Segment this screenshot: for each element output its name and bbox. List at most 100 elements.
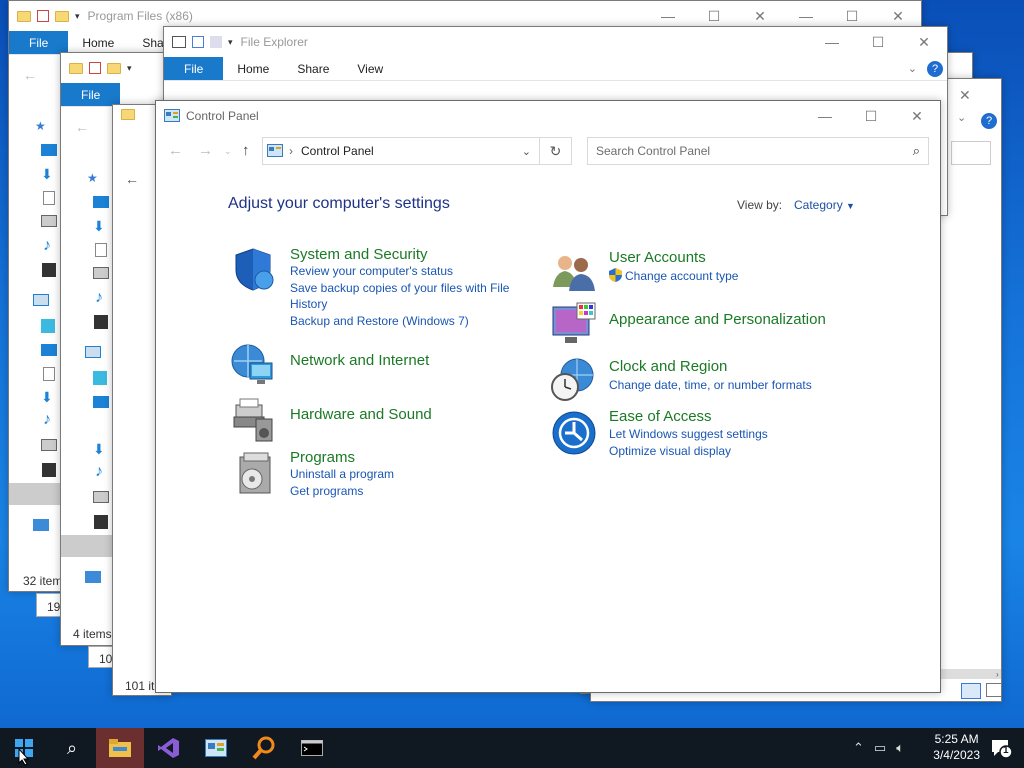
forward-arrow-icon[interactable]: → [198, 142, 213, 159]
music-icon[interactable]: ♪ [95, 289, 103, 307]
network-status-icon[interactable]: ▭ [874, 740, 886, 756]
pictures-icon[interactable] [41, 439, 57, 451]
appearance-personalization-link[interactable]: Appearance and Personalization [609, 311, 826, 328]
pictures-icon[interactable] [93, 491, 109, 503]
taskbar-visual-studio[interactable] [144, 728, 192, 768]
file-history-link-cont[interactable]: History [290, 296, 509, 313]
tab-view[interactable]: View [343, 57, 397, 80]
desktop-icon[interactable] [41, 144, 57, 156]
desktop-icon[interactable] [41, 344, 57, 356]
3d-objects-icon[interactable] [41, 319, 55, 333]
user-accounts-link[interactable]: User Accounts [609, 249, 738, 266]
taskbar-file-explorer[interactable] [96, 728, 144, 768]
refresh-button[interactable]: ↻ [540, 137, 572, 165]
downloads-icon[interactable]: ⬇ [41, 166, 53, 183]
downloads-icon[interactable]: ⬇ [93, 441, 105, 458]
network-icon[interactable] [85, 571, 101, 583]
uninstall-program-link[interactable]: Uninstall a program [290, 466, 394, 483]
quick-access-icon[interactable]: ★ [35, 119, 46, 133]
appearance-personalization-icon[interactable] [551, 301, 597, 347]
clock-region-icon[interactable] [549, 357, 595, 403]
help-icon[interactable]: ? [927, 61, 943, 77]
tab-file[interactable]: File [164, 57, 224, 80]
file-history-link[interactable]: Save backup copies of your files with Fi… [290, 280, 509, 297]
search-box[interactable] [951, 141, 991, 165]
music-icon[interactable]: ♪ [95, 463, 103, 481]
action-center-button[interactable]: 1 [990, 737, 1013, 759]
3d-objects-icon[interactable] [93, 371, 107, 385]
clock-region-link[interactable]: Clock and Region [609, 358, 812, 375]
close-button[interactable]: ✕ [959, 87, 971, 104]
user-accounts-icon[interactable] [551, 249, 597, 295]
back-arrow-icon[interactable]: ← [75, 119, 89, 135]
videos-icon[interactable] [94, 315, 108, 329]
network-internet-icon[interactable] [230, 341, 276, 387]
downloads-icon[interactable]: ⬇ [93, 218, 105, 235]
taskbar-magnifier[interactable] [240, 728, 288, 768]
close-button[interactable]: ✕ [894, 101, 940, 131]
tab-file[interactable]: File [9, 31, 69, 54]
documents-icon[interactable] [43, 191, 55, 205]
quick-access-icon[interactable]: ★ [87, 171, 98, 185]
recent-locations-icon[interactable]: ⌄ [224, 146, 232, 157]
videos-icon[interactable] [94, 515, 108, 529]
programs-icon[interactable] [232, 451, 278, 497]
address-dropdown-icon[interactable]: ⌄ [522, 145, 531, 158]
network-icon[interactable] [33, 519, 49, 531]
get-programs-link[interactable]: Get programs [290, 483, 394, 500]
programs-link[interactable]: Programs [290, 449, 394, 466]
close-button[interactable]: ✕ [901, 27, 947, 57]
search-icon[interactable]: ⌕ [913, 143, 920, 159]
desktop-icon[interactable] [93, 396, 109, 408]
optimize-visual-display-link[interactable]: Optimize visual display [609, 443, 768, 460]
back-arrow-icon[interactable]: ← [23, 67, 37, 83]
large-icons-view-icon[interactable] [986, 683, 1001, 697]
date-time-formats-link[interactable]: Change date, time, or number formats [609, 377, 812, 394]
address-bar[interactable]: › Control Panel ⌄ [262, 137, 540, 165]
system-security-icon[interactable] [230, 246, 276, 292]
maximize-button[interactable]: ☐ [848, 101, 894, 131]
taskbar-control-panel[interactable] [192, 728, 240, 768]
scroll-right-icon[interactable]: › [996, 670, 999, 679]
minimize-button[interactable]: — [809, 27, 855, 57]
taskbar-clock[interactable]: 5:25 AM 3/4/2023 [933, 731, 980, 763]
tab-share[interactable]: Share [283, 57, 343, 80]
qat-dropdown-icon[interactable]: ▾ [75, 11, 80, 22]
show-hidden-icons-icon[interactable]: ⌃ [853, 740, 864, 756]
downloads-icon[interactable]: ⬇ [41, 389, 53, 406]
details-view-icon[interactable] [961, 683, 981, 699]
window-control-panel[interactable]: Control Panel — ☐ ✕ ← → ⌄ ↑ › Control Pa… [155, 100, 941, 693]
search-input[interactable]: Search Control Panel ⌕ [587, 137, 929, 165]
qat-dropdown-icon[interactable]: ▾ [127, 63, 132, 74]
videos-icon[interactable] [42, 463, 56, 477]
ribbon-collapse-icon[interactable]: ⌄ [957, 111, 966, 124]
music-icon[interactable]: ♪ [43, 237, 51, 255]
pictures-icon[interactable] [41, 215, 57, 227]
documents-icon[interactable] [43, 367, 55, 381]
back-arrow-icon[interactable]: ← [168, 142, 183, 159]
minimize-button[interactable]: — [802, 101, 848, 131]
documents-icon[interactable] [95, 243, 107, 257]
taskbar-terminal[interactable] [288, 728, 336, 768]
windows-suggest-settings-link[interactable]: Let Windows suggest settings [609, 426, 768, 443]
this-pc-icon[interactable] [85, 346, 101, 358]
this-pc-icon[interactable] [33, 294, 49, 306]
tab-home[interactable]: Home [68, 31, 128, 54]
review-status-link[interactable]: Review your computer's status [290, 263, 509, 280]
music-icon[interactable]: ♪ [43, 411, 51, 429]
view-by-dropdown[interactable]: Category ▼ [794, 198, 855, 212]
maximize-button[interactable]: ☐ [855, 27, 901, 57]
ribbon-collapse-icon[interactable]: ⌄ [908, 57, 917, 80]
system-security-link[interactable]: System and Security [290, 246, 509, 263]
hardware-sound-link[interactable]: Hardware and Sound [290, 406, 432, 423]
videos-icon[interactable] [42, 263, 56, 277]
back-arrow-icon[interactable]: ← [125, 171, 139, 187]
pictures-icon[interactable] [93, 267, 109, 279]
up-arrow-icon[interactable]: ↑ [242, 142, 250, 159]
search-button[interactable]: ⌕ [48, 728, 96, 768]
ease-of-access-icon[interactable] [551, 410, 597, 456]
qat-dropdown-icon[interactable]: ▾ [228, 37, 233, 48]
change-account-type-link[interactable]: Change account type [625, 269, 738, 283]
volume-icon[interactable]: 🔈︎ [896, 740, 904, 756]
tab-file[interactable]: File [61, 83, 121, 106]
